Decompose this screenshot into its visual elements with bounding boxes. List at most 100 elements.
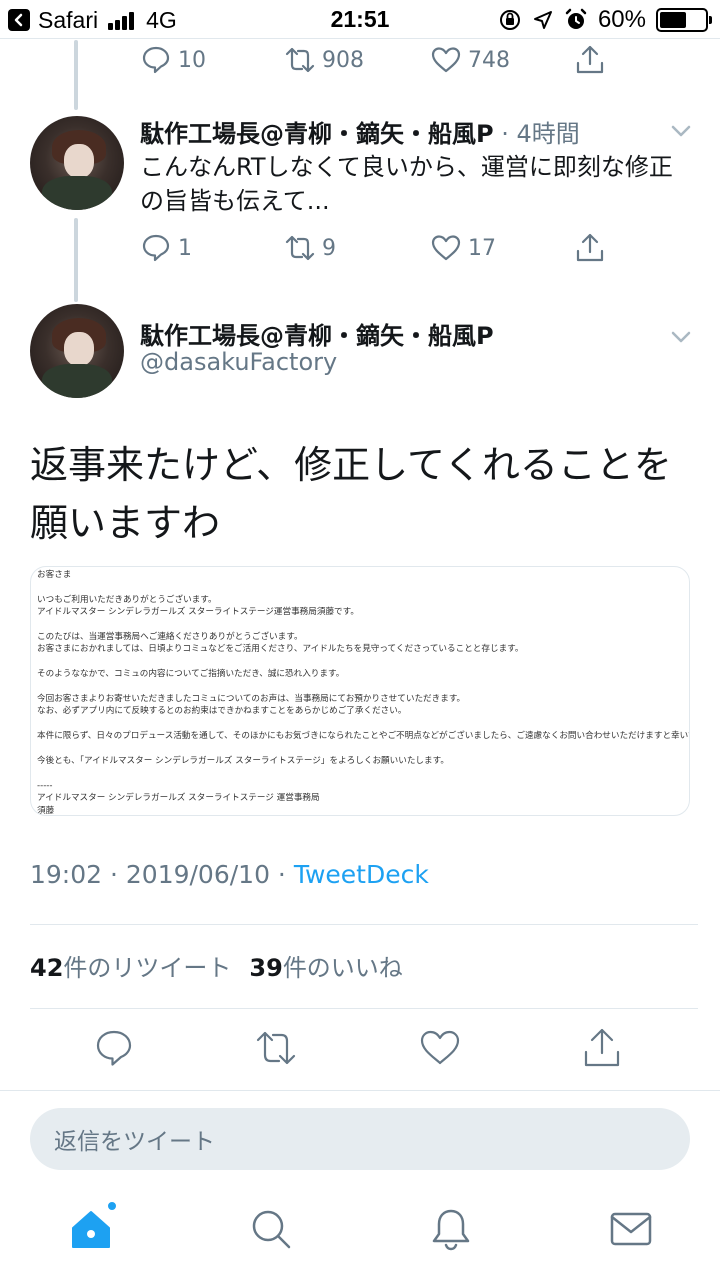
status-divider	[0, 38, 720, 39]
battery-percent: 60%	[597, 6, 646, 33]
tweet-timestamp: 19:02 · 2019/06/10 · TweetDeck	[30, 860, 429, 889]
share-button[interactable]	[580, 1026, 624, 1070]
retweet-action[interactable]: 9	[284, 228, 336, 268]
letter-line	[37, 619, 683, 631]
letter-line: このたびは、当運営事務局へご連絡くださりありがとうございます。	[37, 632, 303, 642]
reply-icon	[142, 234, 170, 262]
search-icon	[252, 1210, 291, 1249]
like-action[interactable]: 748	[430, 40, 510, 80]
retweet-count: 908	[322, 47, 364, 73]
letter-line	[37, 718, 683, 730]
mail-icon	[610, 1212, 652, 1246]
retweet-icon	[285, 235, 315, 261]
letter-line: お客さま	[37, 570, 72, 580]
like-total-label: 件のいいね	[282, 954, 403, 982]
retweet-count: 9	[322, 235, 336, 261]
avatar[interactable]	[30, 116, 124, 210]
tweet-menu-button[interactable]	[668, 118, 694, 144]
retweet-total-label: 件のリツイート	[63, 954, 232, 982]
letter-line: いつもご利用いただきありがとうございます。	[37, 594, 217, 605]
like-count: 17	[468, 235, 496, 261]
reply-tweet-actions: 1 9 17	[140, 228, 700, 268]
letter-line: アイドルマスター シンデレラガールズ スターライトステージ運営事務局須藤です。	[37, 607, 359, 618]
chevron-down-icon	[671, 125, 691, 137]
battery-icon	[656, 8, 712, 32]
tab-bar	[0, 1190, 720, 1280]
divider	[30, 1008, 698, 1009]
heart-icon	[431, 235, 461, 261]
tweet-age: · 4時間	[493, 120, 580, 148]
chevron-down-icon	[671, 331, 691, 343]
location-icon	[532, 9, 554, 31]
letter-line: そのようななかで、コミュの内容についてご指摘いただき、誠に恐れ入ります。	[37, 669, 345, 680]
like-total-count: 39	[249, 954, 283, 982]
home-icon	[72, 1211, 110, 1248]
like-count: 748	[468, 47, 510, 73]
reply-icon	[142, 46, 170, 74]
tweet-menu-button[interactable]	[668, 324, 694, 350]
retweet-total[interactable]: 42件のリツイート	[30, 948, 231, 983]
bell-icon	[432, 1209, 470, 1251]
retweet-button[interactable]	[254, 1026, 298, 1070]
tweet-header: 駄作工場長@青柳・鏑矢・船風P	[140, 316, 494, 351]
reply-input[interactable]: 返信をツイート	[30, 1108, 690, 1170]
retweet-icon	[285, 47, 315, 73]
tweet-header: 駄作工場長@青柳・鏑矢・船風P · 4時間	[140, 114, 580, 149]
thread-connector	[74, 40, 78, 110]
letter-line: 本件に限らず、日々のプロデュース活動を通して、そのほかにもお気づきになられたこと…	[37, 731, 690, 742]
orientation-lock-icon	[498, 8, 522, 32]
like-button[interactable]	[418, 1026, 462, 1070]
letter-line	[37, 681, 683, 693]
letter-line: 須藤	[37, 805, 55, 816]
share-icon	[584, 1028, 620, 1067]
share-action[interactable]	[574, 228, 606, 268]
tab-search[interactable]	[248, 1206, 294, 1252]
new-content-dot	[106, 1200, 118, 1212]
like-action[interactable]: 17	[430, 228, 496, 268]
heart-icon	[420, 1030, 460, 1065]
retweet-action[interactable]: 908	[284, 40, 364, 80]
letter-line: -----	[37, 780, 53, 791]
reply-button[interactable]	[92, 1026, 136, 1070]
tab-notifications[interactable]	[428, 1206, 474, 1252]
reply-icon	[96, 1030, 132, 1066]
letter-line	[37, 656, 683, 668]
tweet-text: 返事来たけど、修正してくれることを願いますわ	[30, 443, 672, 545]
tweet-actions	[0, 1026, 720, 1076]
tab-home[interactable]	[68, 1200, 118, 1252]
engagement-counts: 42件のリツイート 39件のいいね	[30, 948, 421, 983]
tweet-text: こんなんRTしなくて良いから、運営に即刻な修正の旨皆も伝えて...	[140, 153, 673, 215]
retweet-icon	[256, 1031, 296, 1065]
reply-input-placeholder: 返信をツイート	[54, 1129, 215, 1155]
retweet-total-count: 42	[30, 954, 64, 982]
heart-icon	[431, 47, 461, 73]
letter-line	[37, 581, 683, 593]
letter-line: お客さまにおかれましては、日頃よりコミュなどをご活用くださり、アイドルたちを見守…	[37, 644, 524, 655]
letter-line: なお、必ずアプリ内にて反映するとのお約束はできかねますことをあらかじめご了承くだ…	[37, 706, 407, 717]
avatar[interactable]	[30, 304, 124, 398]
source-link[interactable]: TweetDeck	[294, 860, 429, 889]
letter-line	[37, 743, 683, 755]
letter-line: アイドルマスター シンデレラガールズ スターライトステージ 運営事務局	[37, 793, 320, 804]
share-icon	[576, 45, 604, 74]
status-bar: Safari 4G 21:51 60%	[0, 0, 720, 40]
letter-line	[37, 767, 683, 779]
prev-tweet-actions: 10 908 748	[140, 40, 700, 80]
reply-count: 10	[178, 47, 206, 73]
share-action[interactable]	[574, 40, 606, 80]
user-handle[interactable]: @dasakuFactory	[140, 348, 337, 376]
letter-line: 今回お客さまよりお寄せいただきましたコミュについてのお声は、当事務局にてお預かり…	[37, 694, 466, 704]
reply-action[interactable]: 1	[140, 228, 192, 268]
thread-connector	[74, 218, 78, 302]
attached-image[interactable]: お客さまいつもご利用いただきありがとうございます。アイドルマスター シンデレラガ…	[30, 566, 690, 816]
letter-line: 今後とも、「アイドルマスター シンデレラガールズ スターライトステージ」をよろし…	[37, 756, 449, 766]
reply-action[interactable]: 10	[140, 40, 206, 80]
display-name[interactable]: 駄作工場長@青柳・鏑矢・船風P	[140, 120, 494, 148]
divider	[30, 924, 698, 925]
reply-count: 1	[178, 235, 192, 261]
display-name[interactable]: 駄作工場長@青柳・鏑矢・船風P	[140, 322, 494, 350]
alarm-icon	[564, 8, 588, 32]
like-total[interactable]: 39件のいいね	[249, 948, 402, 983]
timestamp-text: 19:02 · 2019/06/10 ·	[30, 860, 294, 889]
tab-messages[interactable]	[608, 1206, 654, 1252]
